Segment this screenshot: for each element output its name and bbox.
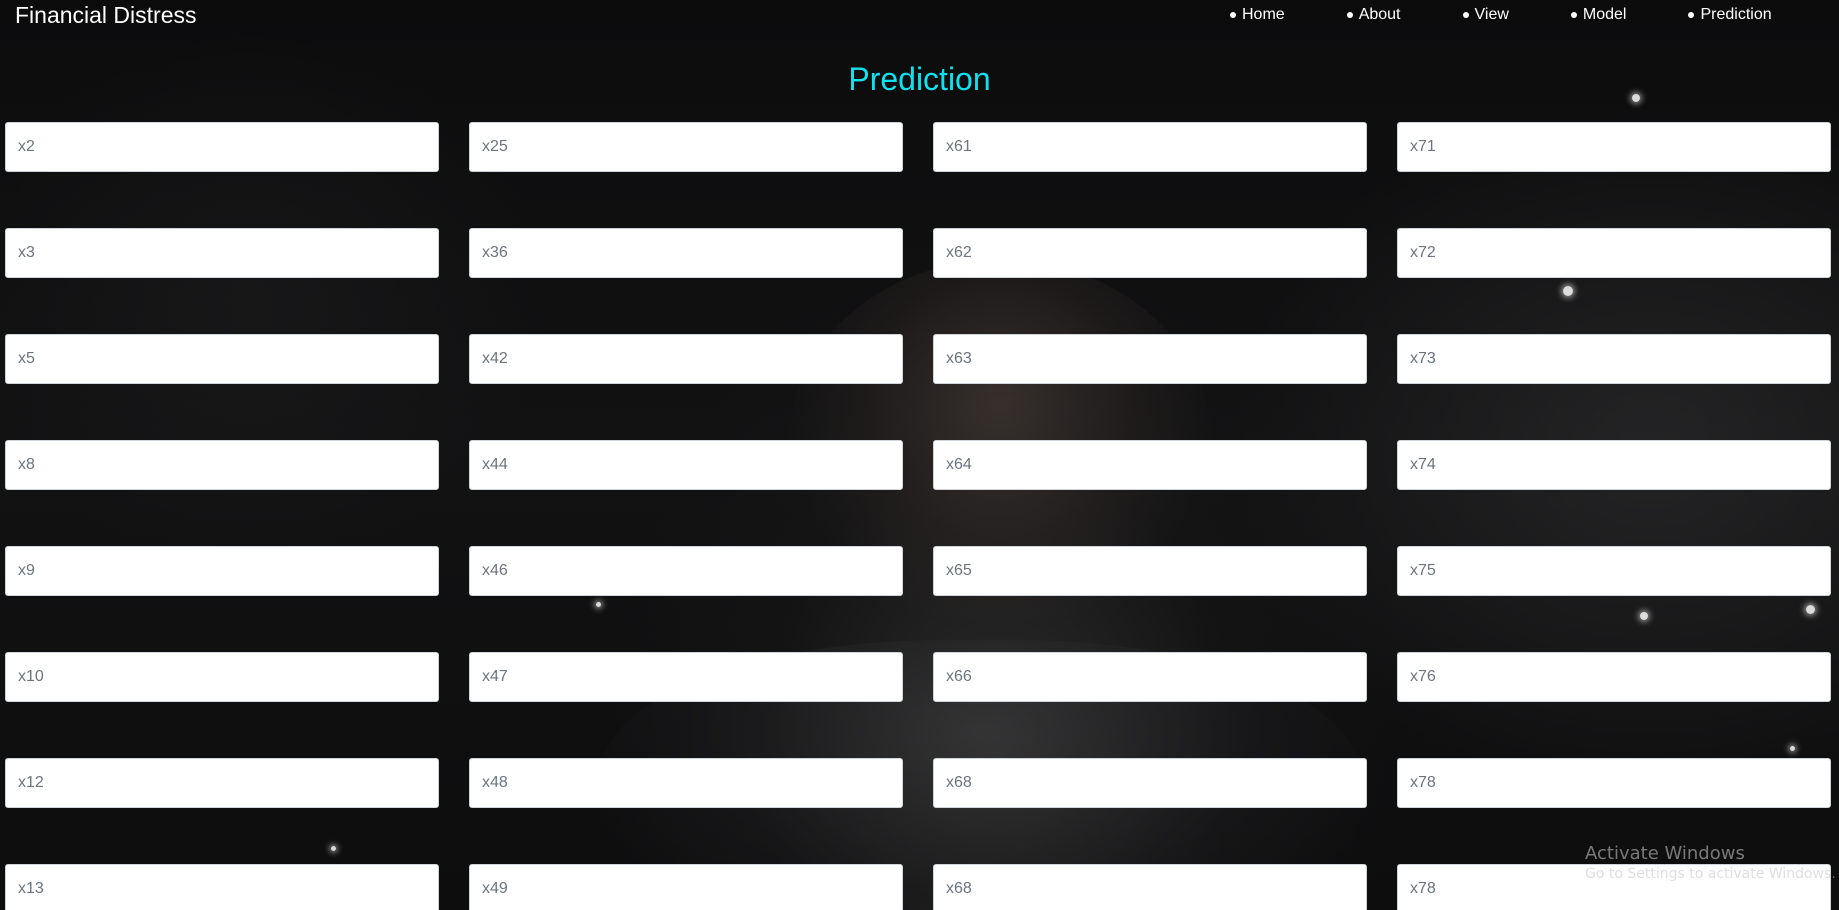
bullet-icon <box>1230 11 1236 18</box>
feature-input-x63[interactable] <box>933 334 1367 384</box>
feature-input-x47[interactable] <box>469 652 903 702</box>
feature-input-x78[interactable] <box>1397 758 1831 808</box>
nav-item-label: About <box>1358 6 1401 23</box>
feature-input-x66[interactable] <box>933 652 1367 702</box>
feature-input-x65[interactable] <box>933 546 1367 596</box>
feature-input-x48[interactable] <box>469 758 903 808</box>
feature-input-x9[interactable] <box>5 546 439 596</box>
nav-item-about[interactable]: About <box>1346 5 1401 24</box>
feature-input-x68[interactable] <box>933 758 1367 808</box>
nav-item-home[interactable]: Home <box>1230 5 1285 24</box>
bullet-icon <box>1570 11 1577 18</box>
feature-input-x78-second[interactable] <box>1397 864 1831 910</box>
nav-menu: Home About View Model Prediction <box>1230 5 1772 24</box>
feature-input-x2[interactable] <box>5 122 439 172</box>
feature-input-x13[interactable] <box>5 864 439 910</box>
feature-input-x36[interactable] <box>469 228 903 278</box>
feature-input-x72[interactable] <box>1397 228 1831 278</box>
nav-item-prediction[interactable]: Prediction <box>1688 5 1772 24</box>
feature-input-x46[interactable] <box>469 546 903 596</box>
bullet-icon <box>1462 11 1469 18</box>
nav-item-label: Model <box>1582 6 1627 23</box>
nav-item-label: View <box>1474 6 1509 23</box>
bullet-icon <box>1346 11 1353 18</box>
feature-input-x10[interactable] <box>5 652 439 702</box>
nav-item-label: Prediction <box>1700 6 1772 23</box>
feature-input-x42[interactable] <box>469 334 903 384</box>
feature-input-x44[interactable] <box>469 440 903 490</box>
page-title: Prediction <box>848 61 991 97</box>
nav-item-model[interactable]: Model <box>1570 5 1627 24</box>
feature-input-x12[interactable] <box>5 758 439 808</box>
feature-input-x3[interactable] <box>5 228 439 278</box>
feature-input-x64[interactable] <box>933 440 1367 490</box>
feature-input-x25[interactable] <box>469 122 903 172</box>
feature-input-x68-second[interactable] <box>933 864 1367 910</box>
bullet-icon <box>1688 11 1695 18</box>
feature-input-x5[interactable] <box>5 334 439 384</box>
nav-item-label: Home <box>1242 6 1285 23</box>
feature-input-x76[interactable] <box>1397 652 1831 702</box>
nav-item-view[interactable]: View <box>1462 5 1509 24</box>
top-navbar: Financial Distress Home About View Model… <box>0 0 1839 30</box>
feature-input-x49[interactable] <box>469 864 903 910</box>
feature-input-x71[interactable] <box>1397 122 1831 172</box>
feature-input-x74[interactable] <box>1397 440 1831 490</box>
prediction-form <box>5 122 1835 910</box>
feature-input-x8[interactable] <box>5 440 439 490</box>
feature-input-x62[interactable] <box>933 228 1367 278</box>
feature-input-x73[interactable] <box>1397 334 1831 384</box>
page-background: Financial Distress Home About View Model… <box>0 0 1839 910</box>
brand-title[interactable]: Financial Distress <box>15 2 197 28</box>
feature-input-x61[interactable] <box>933 122 1367 172</box>
feature-input-x75[interactable] <box>1397 546 1831 596</box>
